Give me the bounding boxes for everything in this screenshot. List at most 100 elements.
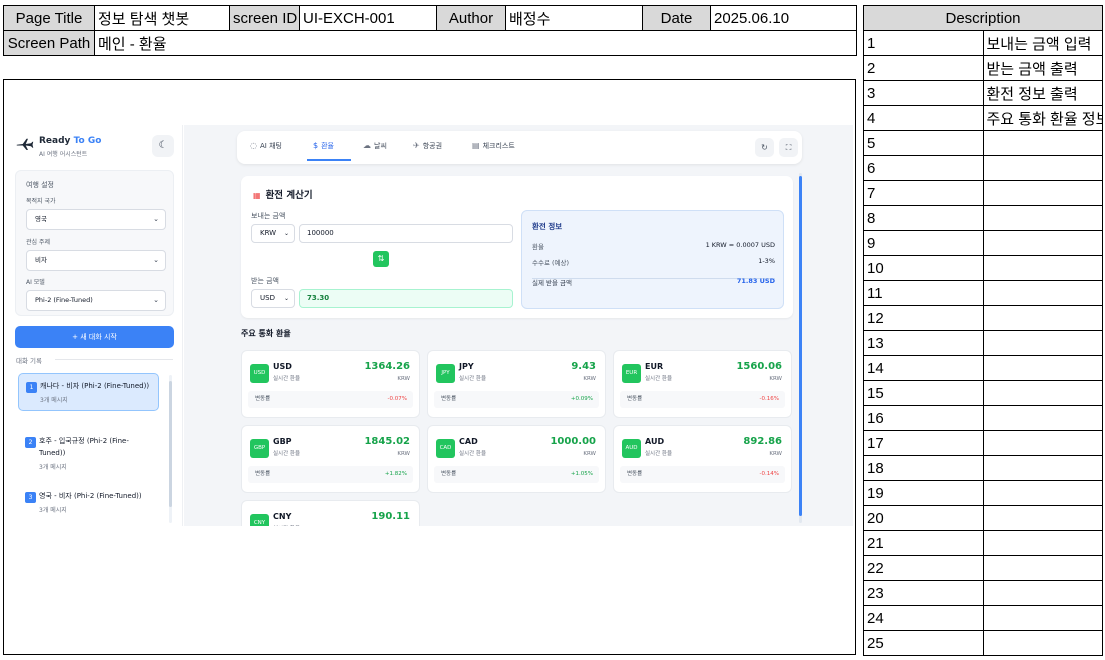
- settings-title: 여행 설정: [26, 181, 54, 189]
- description-row: 19: [863, 480, 1103, 506]
- change-row: 변동률 -0.16%: [620, 391, 785, 408]
- row-text: [982, 155, 1103, 181]
- description-row: 3 환전 정보 출력: [863, 80, 1103, 106]
- theme-toggle-moon-icon[interactable]: ☾: [152, 135, 174, 157]
- date: 2025.06.10: [710, 5, 857, 31]
- tab-weather[interactable]: ☁ 날씨: [363, 141, 387, 151]
- row-number: 18: [863, 455, 984, 481]
- history-item[interactable]: 1 캐나다 - 비자 (Phi-2 (Fine-Tuned)) 3개 메시지: [18, 373, 159, 411]
- currency-flag-icon: CNY: [250, 514, 269, 526]
- currency-code: AUD: [645, 437, 665, 446]
- author: 배정수: [505, 5, 643, 31]
- country-label: 목적지 국가: [26, 198, 56, 205]
- receive-currency-select[interactable]: USD ⌄: [251, 289, 295, 308]
- screen-id-label: screen ID: [229, 5, 300, 31]
- currency-unit: KRW: [769, 451, 782, 457]
- change-value: +0.09%: [570, 396, 593, 402]
- row-text: 환전 정보 출력: [982, 80, 1103, 106]
- send-amount-input[interactable]: 100000: [299, 224, 513, 243]
- country-select[interactable]: 영국 ⌄: [26, 209, 166, 230]
- row-number: 6: [863, 155, 984, 181]
- currency-card: AUD AUD 실시간 환율 892.86 KRW 변동률 -0.14%: [613, 425, 792, 493]
- description-row: 22: [863, 555, 1103, 581]
- change-value: -0.16%: [759, 396, 779, 402]
- clipboard-icon: ▤: [472, 141, 480, 150]
- topic-label: 관심 주제: [26, 239, 50, 246]
- row-number: 3: [863, 80, 984, 106]
- model-select[interactable]: Phi-2 (Fine-Tuned) ⌄: [26, 290, 166, 311]
- row-number: 21: [863, 530, 984, 556]
- swap-icon[interactable]: ⇅: [373, 251, 389, 267]
- plane-icon: ✈: [413, 141, 420, 150]
- row-text: [982, 605, 1103, 631]
- tab-ai-chat[interactable]: ◌ AI 채팅: [250, 141, 282, 151]
- currency-card: JPY JPY 실시간 환율 9.43 KRW 변동률 +0.09%: [427, 350, 606, 418]
- row-text: [982, 555, 1103, 581]
- row-number: 23: [863, 580, 984, 606]
- description-row: 21: [863, 530, 1103, 556]
- topic-select[interactable]: 비자 ⌄: [26, 250, 166, 271]
- chevron-down-icon: ⌄: [283, 295, 289, 302]
- currency-unit: KRW: [397, 451, 410, 457]
- receive-amount-label: 받는 금액: [251, 277, 279, 285]
- description-row: 16: [863, 405, 1103, 431]
- exchange-calculator: ▦ 환전 계산기 보내는 금액 KRW ⌄ 100000 ⇅ 받는 금액 USD ⌄ …: [241, 176, 793, 318]
- chevron-down-icon: ⌄: [153, 256, 159, 264]
- tab-checklist[interactable]: ▤ 체크리스트: [472, 141, 515, 151]
- row-number: 8: [863, 205, 984, 231]
- row-text: [982, 430, 1103, 456]
- currency-rate: 892.86: [743, 436, 782, 447]
- currency-card: GBP GBP 실시간 환율 1845.02 KRW 변동률 +1.82%: [241, 425, 420, 493]
- row-number: 10: [863, 255, 984, 281]
- history-item[interactable]: 3 영국 - 비자 (Phi-2 (Fine-Tuned)) 3개 메시지: [18, 484, 159, 520]
- row-text: [982, 505, 1103, 531]
- row-text: 주요 통화 환율 정보: [982, 105, 1103, 131]
- description-row: 23: [863, 580, 1103, 606]
- exchange-info-panel: 환전 정보 환율 1 KRW = 0.0007 USD 수수료 (예상) 1-3% …: [521, 210, 784, 309]
- description-row: 20: [863, 505, 1103, 531]
- chevron-down-icon: ⌄: [283, 230, 289, 237]
- new-chat-button[interactable]: + 새 대화 시작: [15, 326, 174, 348]
- fee-row: 수수료 (예상) 1-3%: [532, 257, 775, 267]
- row-number: 2: [863, 55, 984, 81]
- change-row: 변동률 -0.14%: [620, 466, 785, 483]
- screen-id: UI-EXCH-001: [299, 5, 437, 31]
- currency-flag-icon: EUR: [622, 364, 641, 383]
- row-text: [982, 205, 1103, 231]
- row-number: 20: [863, 505, 984, 531]
- row-text: [982, 230, 1103, 256]
- main-scrollbar[interactable]: [799, 173, 802, 523]
- currency-flag-icon: CAD: [436, 439, 455, 458]
- history-item[interactable]: 2 호주 - 입국규정 (Phi-2 (Fine-Tuned)) 3개 메시지: [18, 429, 159, 477]
- currency-code: USD: [273, 362, 292, 371]
- sidebar-scrollbar[interactable]: [169, 375, 172, 523]
- divider: [55, 359, 173, 360]
- row-text: [982, 305, 1103, 331]
- currency-card: USD USD 실시간 환율 1364.26 KRW 변동률 -0.07%: [241, 350, 420, 418]
- description-row: 15: [863, 380, 1103, 406]
- tab-exchange[interactable]: $ 환율: [313, 141, 334, 151]
- page-title: 정보 탐색 챗봇: [94, 5, 230, 31]
- change-value: -0.14%: [759, 471, 779, 477]
- tab-flight[interactable]: ✈ 항공권: [413, 141, 442, 151]
- app-brand-subtitle: AI 여행 어시스턴트: [39, 151, 88, 158]
- travel-settings-panel: 여행 설정 목적지 국가 영국 ⌄ 관심 주제 비자 ⌄ AI 모델 Phi-2 (…: [15, 170, 174, 316]
- currency-subtitle: 실시간 환율: [645, 376, 673, 382]
- description-row: 7: [863, 180, 1103, 206]
- screen-path-label: Screen Path: [3, 30, 95, 56]
- row-number: 16: [863, 405, 984, 431]
- change-value: +1.82%: [384, 471, 407, 477]
- send-currency-select[interactable]: KRW ⌄: [251, 224, 295, 243]
- active-tab-indicator: [307, 159, 351, 161]
- row-text: [982, 530, 1103, 556]
- major-rates-title: 주요 통화 환율: [241, 329, 291, 338]
- refresh-icon[interactable]: ↻: [755, 138, 774, 157]
- fullscreen-icon[interactable]: ⛶: [779, 138, 798, 157]
- description-row: 6: [863, 155, 1103, 181]
- row-number: 19: [863, 480, 984, 506]
- currency-card: EUR EUR 실시간 환율 1560.06 KRW 변동률 -0.16%: [613, 350, 792, 418]
- description-row: 13: [863, 330, 1103, 356]
- row-number: 17: [863, 430, 984, 456]
- row-number: 24: [863, 605, 984, 631]
- currency-unit: KRW: [769, 376, 782, 382]
